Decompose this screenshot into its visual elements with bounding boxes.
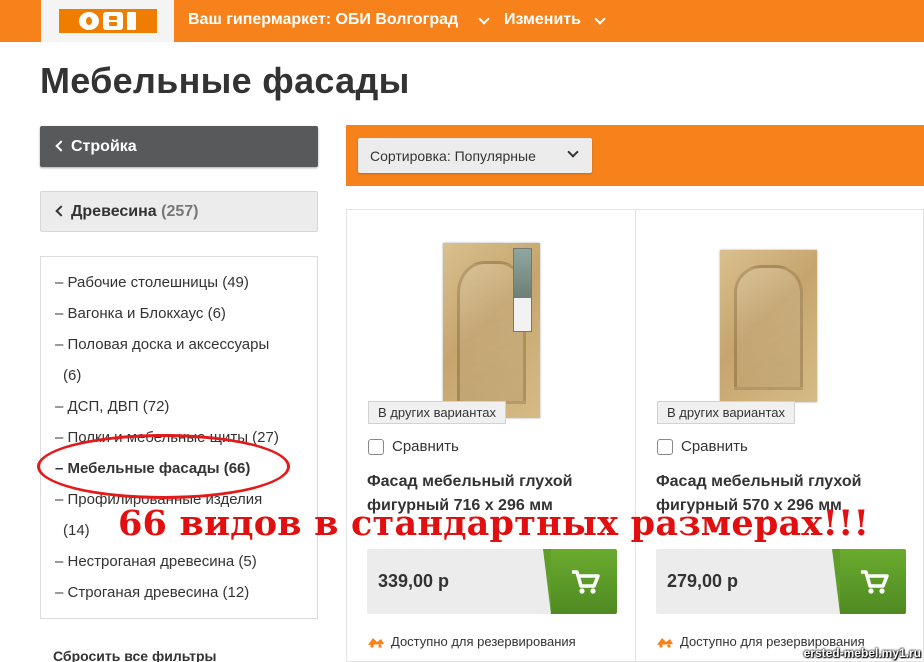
- change-store-link[interactable]: Изменить: [504, 11, 581, 29]
- product-price: 339,00 р: [378, 571, 450, 591]
- price-panel: 339,00 р: [367, 549, 617, 614]
- subcategory-shelves[interactable]: – Полки и мебельные щиты (27): [55, 422, 279, 453]
- compare-label: Сравнить: [681, 438, 748, 455]
- page-title: Мебельные фасады: [40, 60, 410, 101]
- product-image[interactable]: [720, 250, 817, 402]
- parent-category-button[interactable]: Древесина (257): [40, 191, 318, 232]
- parent-category-count: (257): [161, 203, 199, 220]
- logo-letter-o: [79, 12, 99, 30]
- availability-label: Доступно для резервирования: [391, 634, 576, 649]
- availability-icon: [368, 637, 384, 648]
- obi-logo[interactable]: [41, 0, 174, 42]
- availability-status: Доступно для резервирования: [367, 634, 576, 649]
- add-to-cart-button[interactable]: [832, 549, 906, 614]
- parent-category-label: Древесина: [71, 203, 157, 220]
- subcategory-floorboard[interactable]: – Половая доска и аксессуары: [55, 329, 269, 360]
- logo-letter-b: [103, 12, 123, 30]
- subcategory-floorboard-count[interactable]: (6): [63, 360, 81, 391]
- compare-checkbox[interactable]: Сравнить: [657, 438, 748, 455]
- other-variants-tag[interactable]: В других вариантах: [368, 401, 506, 424]
- subcategory-unplaned[interactable]: – Нестроганая древесина (5): [55, 546, 257, 577]
- chevron-left-icon: [55, 140, 67, 152]
- subcategory-planed[interactable]: – Строганая древесина (12): [55, 577, 249, 608]
- subcategory-worktops[interactable]: – Рабочие столешницы (49): [55, 267, 249, 298]
- product-label-sticker: [512, 248, 533, 333]
- checkbox-icon[interactable]: [368, 438, 384, 455]
- subcategory-list: – Рабочие столешницы (49) – Вагонка и Бл…: [40, 256, 318, 619]
- price-panel: 279,00 р: [656, 549, 906, 614]
- product-card[interactable]: В других вариантах Сравнить Фасад мебель…: [635, 209, 924, 662]
- door-panel: [733, 265, 804, 390]
- change-store-label: Изменить: [504, 11, 581, 28]
- sort-label: Сортировка: Популярные: [370, 148, 536, 164]
- product-price: 279,00 р: [667, 571, 739, 591]
- availability-icon: [657, 637, 673, 648]
- compare-checkbox[interactable]: Сравнить: [368, 438, 459, 455]
- store-selector-label: Ваш гипермаркет: ОБИ Волгоград: [188, 11, 459, 28]
- subcategory-furniture-facades[interactable]: – Мебельные фасады (66): [55, 453, 250, 484]
- shopping-cart-icon: [572, 570, 600, 594]
- compare-label: Сравнить: [392, 438, 459, 455]
- sort-dropdown[interactable]: Сортировка: Популярные: [358, 138, 592, 173]
- promo-annotation-text: 66 видов в стандартных размерах!!!: [118, 503, 870, 544]
- watermark: ersted-mebel.my1.ru: [803, 646, 921, 660]
- product-card[interactable]: В других вариантах Сравнить Фасад мебель…: [346, 209, 636, 662]
- add-to-cart-button[interactable]: [543, 549, 617, 614]
- back-to-category-button[interactable]: Стройка: [40, 126, 318, 167]
- subcategory-chipboard[interactable]: – ДСП, ДВП (72): [55, 391, 169, 422]
- back-label: Стройка: [71, 138, 137, 155]
- other-variants-tag[interactable]: В других вариантах: [657, 401, 795, 424]
- shopping-cart-icon: [861, 570, 889, 594]
- subcategory-profiled-count[interactable]: (14): [63, 515, 90, 546]
- reset-filters-link[interactable]: Сбросить все фильтры: [53, 648, 216, 662]
- store-selector[interactable]: Ваш гипермаркет: ОБИ Волгоград: [188, 11, 458, 29]
- checkbox-icon[interactable]: [657, 438, 673, 455]
- product-image[interactable]: [443, 243, 540, 418]
- product-name-line: Фасад мебельный глухой: [656, 473, 862, 490]
- subcategory-clapboard[interactable]: – Вагонка и Блокхаус (6): [55, 298, 226, 329]
- chevron-left-icon: [55, 205, 67, 217]
- product-name-line: Фасад мебельный глухой: [367, 473, 573, 490]
- logo-letter-i: [127, 12, 136, 30]
- obi-logo-mark: [58, 9, 157, 33]
